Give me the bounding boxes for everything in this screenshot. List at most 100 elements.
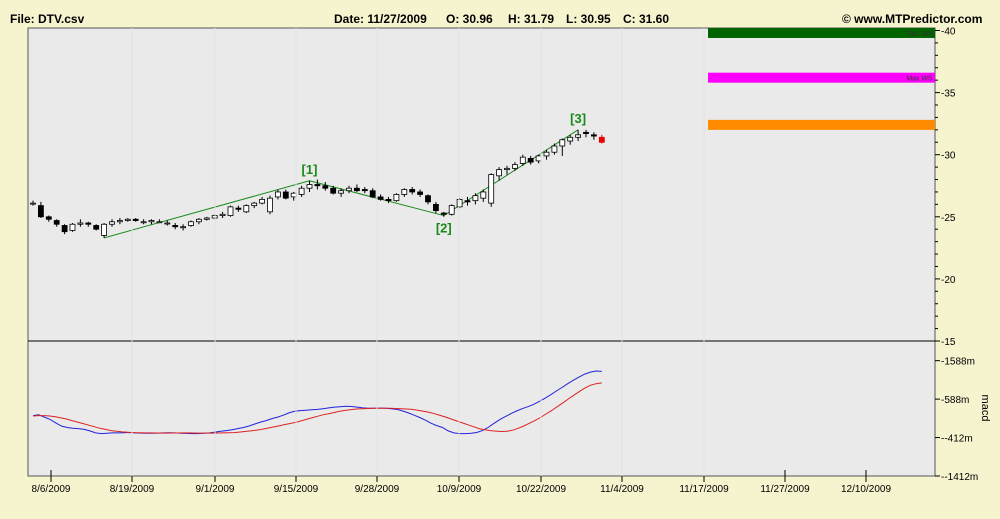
candle-body — [180, 226, 187, 229]
macd-axis-label: macd — [979, 395, 991, 422]
candle-body — [172, 225, 179, 228]
candle-body — [140, 221, 147, 224]
stock-chart: Ext. W5 Max W5 [1] [2] [3] -40 -35 -30 -25 -20 -… — [27, 26, 991, 495]
candle-body — [440, 212, 447, 215]
candle-body — [77, 222, 84, 225]
candle-body — [361, 189, 368, 192]
date-tick-label: 11/4/2009 — [600, 484, 644, 495]
candle-body — [53, 220, 60, 225]
candle-body — [409, 189, 416, 193]
candle-body — [45, 216, 52, 220]
price-tick-label: -35 — [941, 89, 956, 100]
macd-tick-label: --412m — [941, 434, 973, 445]
candle-body — [346, 187, 352, 192]
candle-body — [567, 136, 574, 142]
candle-body — [117, 220, 123, 223]
candle-body — [559, 139, 566, 147]
candle-body — [148, 220, 155, 223]
candle-body — [598, 136, 605, 143]
date-tick-label: 8/6/2009 — [32, 484, 71, 495]
candle-body — [330, 187, 337, 194]
price-tick-label: -15 — [941, 337, 956, 348]
candle-body — [575, 134, 581, 138]
candle-body — [425, 195, 431, 203]
date-tick-label: 9/15/2009 — [274, 484, 319, 495]
price-tick-label: -30 — [941, 151, 956, 162]
candle-body — [535, 155, 542, 162]
wave-label: [2] — [436, 221, 452, 236]
candle-body — [464, 200, 471, 203]
date-tick-label: 12/10/2009 — [841, 484, 891, 495]
plot-area — [27, 27, 936, 477]
candle-body — [417, 191, 424, 195]
candle-body — [432, 203, 439, 211]
date-tick-label: 11/27/2009 — [760, 484, 810, 495]
candle-body — [38, 205, 44, 218]
candle-body — [227, 206, 234, 216]
candle-body — [448, 205, 455, 215]
candle-body — [203, 217, 210, 220]
candle-body — [543, 151, 550, 157]
date-tick-label: 9/1/2009 — [196, 484, 235, 495]
wave-label: [3] — [570, 111, 586, 126]
candle-body — [527, 158, 534, 163]
candle-body — [551, 145, 558, 153]
macd-tick-label: -1588m — [941, 357, 975, 368]
candle-body — [298, 187, 305, 195]
candle-body — [496, 169, 503, 177]
candle-body — [61, 225, 68, 233]
candle-body — [290, 192, 297, 198]
candle-body — [385, 199, 392, 202]
candle-body — [583, 131, 589, 134]
candle-body — [591, 134, 597, 137]
candle-body — [282, 191, 289, 199]
candle-body — [195, 218, 202, 223]
candle-body — [156, 221, 163, 224]
candle-body — [338, 190, 345, 194]
candle-body — [488, 174, 495, 204]
target-band-1 — [708, 27, 935, 38]
candle-body — [267, 197, 273, 213]
price-tick-label: -25 — [941, 213, 956, 224]
candle-body — [219, 213, 226, 216]
date-tick-label: 8/19/2009 — [110, 484, 155, 495]
candle-body — [69, 223, 76, 231]
candle-body — [109, 221, 115, 225]
wave-label: [1] — [302, 162, 318, 177]
date-tick-label: 10/22/2009 — [516, 484, 566, 495]
target-band-3 — [708, 119, 935, 130]
date-tick-label: 11/17/2009 — [679, 484, 729, 495]
candle-body — [393, 194, 400, 202]
candle-body — [369, 190, 376, 198]
candle-body — [401, 189, 408, 195]
macd-tick-label: -588m — [941, 395, 969, 406]
candle-body — [164, 222, 171, 225]
target-band-label: Ext. W5 — [907, 31, 932, 38]
date-tick-label: 10/9/2009 — [437, 484, 482, 495]
price-tick-label: -40 — [941, 26, 956, 37]
candle-body — [353, 187, 360, 192]
candle-body — [259, 199, 266, 204]
candle-body — [274, 191, 281, 198]
candle-body — [235, 207, 242, 210]
candle-body — [124, 218, 131, 221]
price-tick-label: -20 — [941, 275, 956, 286]
candle-body — [472, 195, 479, 202]
candle-body — [504, 167, 510, 170]
candle-body — [306, 184, 313, 189]
date-tick-label: 9/28/2009 — [355, 484, 400, 495]
candle-body — [101, 223, 107, 236]
candle-body — [93, 225, 100, 230]
candle-body — [30, 202, 36, 205]
candle-body — [322, 185, 329, 189]
target-band-label: Max W5 — [906, 76, 932, 83]
macd-tick-label: --1412m — [941, 472, 978, 483]
candle-body — [377, 196, 384, 200]
candle-body — [314, 184, 321, 187]
candle-body — [251, 202, 258, 207]
target-band-2 — [708, 72, 935, 83]
candle-body — [243, 205, 250, 213]
candle-body — [480, 191, 487, 199]
candle-body — [512, 164, 518, 169]
candle-body — [456, 199, 463, 208]
